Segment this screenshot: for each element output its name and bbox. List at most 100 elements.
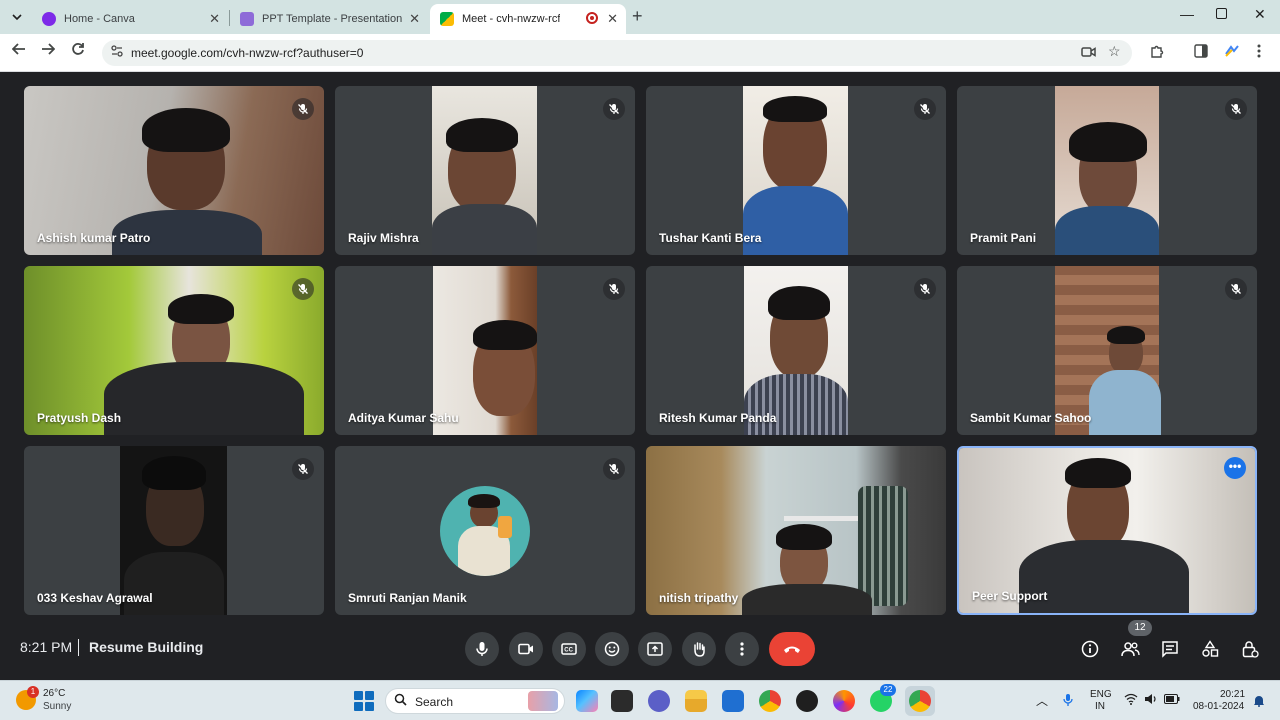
language-code[interactable]: ENG xyxy=(1090,689,1112,700)
search-icon xyxy=(394,693,407,709)
browser-tab-strip: Home - Canva ✕ PPT Template - Presentati… xyxy=(0,0,1280,34)
tab-presentation[interactable]: PPT Template - Presentation ✕ xyxy=(230,4,428,34)
participant-tile[interactable]: Pratyush Dash xyxy=(24,266,324,435)
canva-icon xyxy=(42,12,56,26)
participant-video xyxy=(1055,86,1159,255)
participant-tile[interactable]: Smruti Ranjan Manik xyxy=(335,446,635,615)
chrome-icon[interactable] xyxy=(759,690,781,712)
participant-name: Tushar Kanti Bera xyxy=(659,231,762,245)
mic-muted-icon xyxy=(603,278,625,300)
mic-muted-icon xyxy=(292,458,314,480)
participant-video xyxy=(433,266,537,435)
mic-muted-icon xyxy=(603,458,625,480)
camera-icon[interactable] xyxy=(509,632,543,666)
meeting-clock: 8:21 PM xyxy=(20,639,73,655)
minimize-icon[interactable]: — xyxy=(1180,6,1194,22)
start-menu-icon[interactable] xyxy=(354,691,374,711)
language-region[interactable]: IN xyxy=(1095,701,1105,712)
participant-tile[interactable]: Ashish kumar Patro xyxy=(24,86,324,255)
copilot-icon[interactable] xyxy=(576,690,598,712)
svg-text:CC: CC xyxy=(564,648,573,654)
new-tab-icon[interactable]: + xyxy=(632,6,643,27)
forward-icon[interactable] xyxy=(41,42,56,60)
tray-overflow-icon[interactable]: ︿ xyxy=(1036,692,1048,709)
participant-video xyxy=(744,266,848,435)
participant-tile[interactable]: nitish tripathy xyxy=(646,446,946,615)
tray-mic-icon[interactable] xyxy=(1063,693,1073,710)
camera-in-use-icon[interactable] xyxy=(1081,45,1096,61)
emoji-icon[interactable] xyxy=(595,632,629,666)
participant-tile[interactable]: Tushar Kanti Bera xyxy=(646,86,946,255)
profile-avatar-icon[interactable] xyxy=(1224,44,1240,61)
mic-muted-icon xyxy=(292,98,314,120)
task-view-icon[interactable] xyxy=(611,690,633,712)
taskbar-search-box[interactable]: Search xyxy=(385,688,565,714)
close-tab-icon[interactable]: ✕ xyxy=(409,11,420,27)
firefox-icon[interactable] xyxy=(833,690,855,712)
activities-icon[interactable] xyxy=(1197,636,1223,662)
bookmark-star-icon[interactable]: ☆ xyxy=(1108,43,1121,60)
more-options-icon[interactable]: ••• xyxy=(1224,457,1246,479)
browser-menu-icon[interactable] xyxy=(1257,44,1261,61)
weather-alert-badge: 1 xyxy=(27,686,39,698)
mic-icon[interactable] xyxy=(465,632,499,666)
captions-icon[interactable]: CC xyxy=(552,632,586,666)
participant-tile[interactable]: Aditya Kumar Sahu xyxy=(335,266,635,435)
raise-hand-icon[interactable] xyxy=(682,632,716,666)
info-icon[interactable] xyxy=(1077,636,1103,662)
teams-chat-icon[interactable] xyxy=(648,690,670,712)
back-icon[interactable] xyxy=(11,42,26,60)
participant-video xyxy=(432,86,537,255)
participant-avatar xyxy=(440,486,530,576)
chrome-active-icon[interactable] xyxy=(909,690,931,712)
meet-stage: Ashish kumar Patro Rajiv Mishra Tushar K… xyxy=(0,72,1280,680)
maximize-icon[interactable] xyxy=(1216,8,1227,19)
host-controls-icon[interactable] xyxy=(1237,636,1263,662)
participants-count-badge: 12 xyxy=(1128,620,1152,636)
participant-name: Ashish kumar Patro xyxy=(37,231,151,245)
search-highlight-icon xyxy=(528,691,558,711)
volume-icon[interactable] xyxy=(1144,693,1158,708)
close-tab-icon[interactable]: ✕ xyxy=(209,11,220,27)
more-options-icon[interactable] xyxy=(725,632,759,666)
battery-icon[interactable] xyxy=(1164,694,1180,707)
present-icon[interactable] xyxy=(638,632,672,666)
clock-date[interactable]: 08-01-2024 xyxy=(1193,701,1244,712)
participant-tile[interactable]: Ritesh Kumar Panda xyxy=(646,266,946,435)
dell-icon[interactable] xyxy=(796,690,818,712)
chat-icon[interactable] xyxy=(1157,636,1183,662)
temperature: 26°C xyxy=(43,688,66,699)
notification-bell-icon[interactable] xyxy=(1253,694,1265,710)
address-bar[interactable]: meet.google.com/cvh-nwzw-rcf?authuser=0 … xyxy=(102,40,1132,66)
extensions-icon[interactable] xyxy=(1150,44,1164,61)
reload-icon[interactable] xyxy=(71,42,85,60)
search-placeholder: Search xyxy=(415,695,454,709)
tab-canva[interactable]: Home - Canva ✕ xyxy=(32,4,228,34)
mic-muted-icon xyxy=(1225,278,1247,300)
clock-time[interactable]: 20:21 xyxy=(1220,689,1245,700)
store-icon[interactable] xyxy=(722,690,744,712)
participant-tile[interactable]: Sambit Kumar Sahoo xyxy=(957,266,1257,435)
meet-control-bar: 8:21 PM Resume Building CC 12 xyxy=(0,620,1280,680)
site-settings-icon[interactable] xyxy=(111,45,123,60)
wifi-icon[interactable] xyxy=(1124,693,1138,708)
mic-muted-icon xyxy=(1225,98,1247,120)
close-tab-icon[interactable]: ✕ xyxy=(607,11,618,27)
meet-icon xyxy=(440,12,454,26)
side-panel-icon[interactable] xyxy=(1194,44,1208,61)
participant-tile[interactable]: Rajiv Mishra xyxy=(335,86,635,255)
participant-name: Rajiv Mishra xyxy=(348,231,419,245)
participant-tile[interactable]: 033 Keshav Agrawal xyxy=(24,446,324,615)
tab-meet[interactable]: Meet - cvh-nwzw-rcf ✕ xyxy=(430,4,626,34)
end-call-icon[interactable] xyxy=(769,632,815,666)
participant-video xyxy=(24,266,324,435)
people-icon[interactable] xyxy=(1117,636,1143,662)
participant-video xyxy=(646,446,946,615)
participant-tile-active-speaker[interactable]: ••• Peer Support xyxy=(957,446,1257,615)
participant-tile[interactable]: Pramit Pani xyxy=(957,86,1257,255)
participant-name: nitish tripathy xyxy=(659,591,739,605)
tab-title: PPT Template - Presentation xyxy=(262,13,403,25)
tab-search-chevron-icon[interactable] xyxy=(6,6,28,28)
file-explorer-icon[interactable] xyxy=(685,690,707,712)
close-window-icon[interactable]: ✕ xyxy=(1254,6,1266,23)
